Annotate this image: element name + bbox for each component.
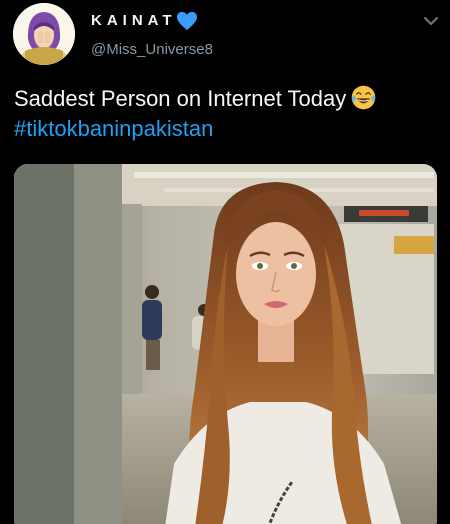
tweet-text: Saddest Person on Internet Today #tiktok…	[14, 84, 444, 144]
tweet-card: KAINAT @Miss_Universe8 Saddest Person on…	[0, 0, 450, 524]
avatar-girl-hijab-icon	[13, 3, 75, 65]
display-name[interactable]: KAINAT	[91, 12, 177, 29]
photo-woman-in-station	[14, 164, 437, 524]
tweet-photo[interactable]	[14, 164, 437, 524]
face-with-tears-of-joy-icon	[351, 85, 376, 110]
tweet-text-line: Saddest Person on Internet Today	[14, 84, 444, 114]
hashtag-link[interactable]: #tiktokbaninpakistan	[14, 114, 444, 144]
tweet-body: Saddest Person on Internet Today	[14, 86, 347, 111]
chevron-down-icon[interactable]	[422, 12, 440, 30]
blue-heart-icon	[177, 11, 197, 31]
avatar[interactable]	[13, 3, 75, 65]
user-handle[interactable]: @Miss_Universe8	[91, 41, 213, 58]
